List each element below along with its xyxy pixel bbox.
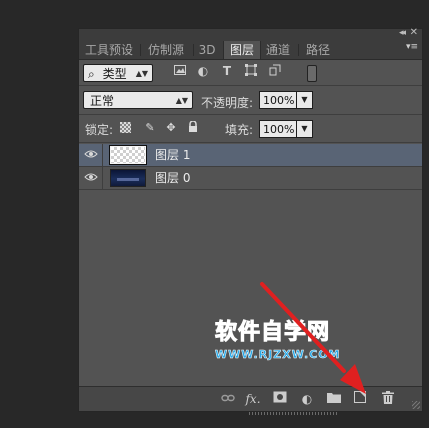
- tab-layers[interactable]: 图层: [223, 41, 261, 59]
- tab-clone-source[interactable]: 仿制源: [145, 41, 187, 59]
- tab-3d[interactable]: 3D: [197, 41, 217, 59]
- shape-filter-icon[interactable]: [244, 64, 258, 78]
- filter-toggle-icon[interactable]: [307, 65, 317, 82]
- fill-label: 填充:: [225, 123, 254, 137]
- layer-thumbnail-image: [110, 169, 146, 187]
- panel-resize-handle[interactable]: [249, 412, 339, 415]
- watermark-title: 软件自学网: [215, 320, 331, 346]
- divider: [79, 114, 422, 115]
- tab-divider: [140, 44, 141, 56]
- divider: [79, 142, 422, 143]
- tab-divider: [193, 44, 194, 56]
- smart-object-filter-icon[interactable]: [268, 64, 282, 78]
- type-filter-icon[interactable]: T: [220, 64, 234, 78]
- lock-all-icon[interactable]: [186, 120, 200, 135]
- tab-paths[interactable]: 路径: [303, 41, 333, 59]
- blend-mode-value: 正常: [90, 94, 115, 108]
- fill-slider-button[interactable]: ▼: [296, 120, 313, 138]
- layers-bottom-toolbar: fx. ◐: [79, 386, 422, 411]
- adjustment-filter-icon[interactable]: ◐: [196, 64, 210, 78]
- panel-titlebar[interactable]: ◂◂ ✕: [79, 27, 422, 41]
- panel-tabs: 工具预设 仿制源 3D 图层 通道 路径 ▾≡: [79, 41, 422, 60]
- blend-mode-dropdown[interactable]: 正常 ▲▼: [83, 91, 193, 109]
- opacity-label: 不透明度:: [201, 96, 254, 110]
- tab-tool-presets[interactable]: 工具预设: [83, 41, 135, 59]
- filter-kind-label: 类型: [102, 67, 127, 81]
- trash-icon[interactable]: [380, 391, 396, 407]
- panel-menu-icon[interactable]: ▾≡: [406, 42, 418, 52]
- new-layer-icon[interactable]: [352, 391, 368, 407]
- layer-name[interactable]: 图层 1: [155, 144, 190, 166]
- chevron-updown-icon: ▲▼: [135, 69, 148, 78]
- filter-kind-dropdown[interactable]: ⌕ 类型 ▲▼: [83, 64, 153, 82]
- lock-position-icon[interactable]: ✥: [164, 121, 178, 135]
- lock-transparent-pixels-icon[interactable]: [120, 122, 131, 133]
- filter-row: ⌕ 类型 ▲▼ ◐ T: [79, 62, 422, 84]
- search-icon: ⌕: [88, 67, 95, 81]
- opacity-input[interactable]: 100%: [259, 91, 297, 109]
- visibility-eye-icon[interactable]: [79, 167, 103, 189]
- divider: [79, 85, 422, 86]
- lock-image-pixels-icon[interactable]: ✎: [143, 121, 157, 135]
- add-mask-icon[interactable]: [272, 391, 288, 407]
- collapse-icon[interactable]: ◂◂: [399, 28, 406, 38]
- layer-name[interactable]: 图层 0: [155, 167, 190, 189]
- close-icon[interactable]: ✕: [410, 27, 418, 38]
- lock-row: 锁定: ✎ ✥ 填充: 100% ▼: [79, 117, 422, 141]
- visibility-eye-icon[interactable]: [79, 144, 103, 166]
- layer-thumbnail-transparent: [109, 145, 147, 165]
- adjustment-layer-icon[interactable]: ◐: [299, 391, 315, 407]
- tab-channels[interactable]: 通道: [263, 41, 293, 59]
- fill-input[interactable]: 100%: [259, 120, 297, 138]
- watermark-logo: 软件自学网 WWW.RJZXW.COM: [215, 320, 365, 362]
- group-folder-icon[interactable]: [326, 391, 342, 407]
- link-layers-icon[interactable]: [220, 391, 236, 407]
- fx-icon[interactable]: fx.: [245, 391, 261, 407]
- opacity-slider-button[interactable]: ▼: [296, 91, 313, 109]
- resize-grip[interactable]: [412, 401, 420, 409]
- layer-row-1[interactable]: 图层 1: [79, 144, 422, 166]
- watermark-url: WWW.RJZXW.COM: [215, 348, 341, 362]
- image-filter-icon[interactable]: [173, 64, 187, 78]
- layer-row-0[interactable]: 图层 0: [79, 166, 422, 190]
- tab-divider: [298, 44, 299, 56]
- blend-row: 正常 ▲▼ 不透明度: 100% ▼: [79, 88, 422, 112]
- lock-label: 锁定:: [85, 123, 114, 137]
- chevron-updown-icon: ▲▼: [175, 96, 188, 105]
